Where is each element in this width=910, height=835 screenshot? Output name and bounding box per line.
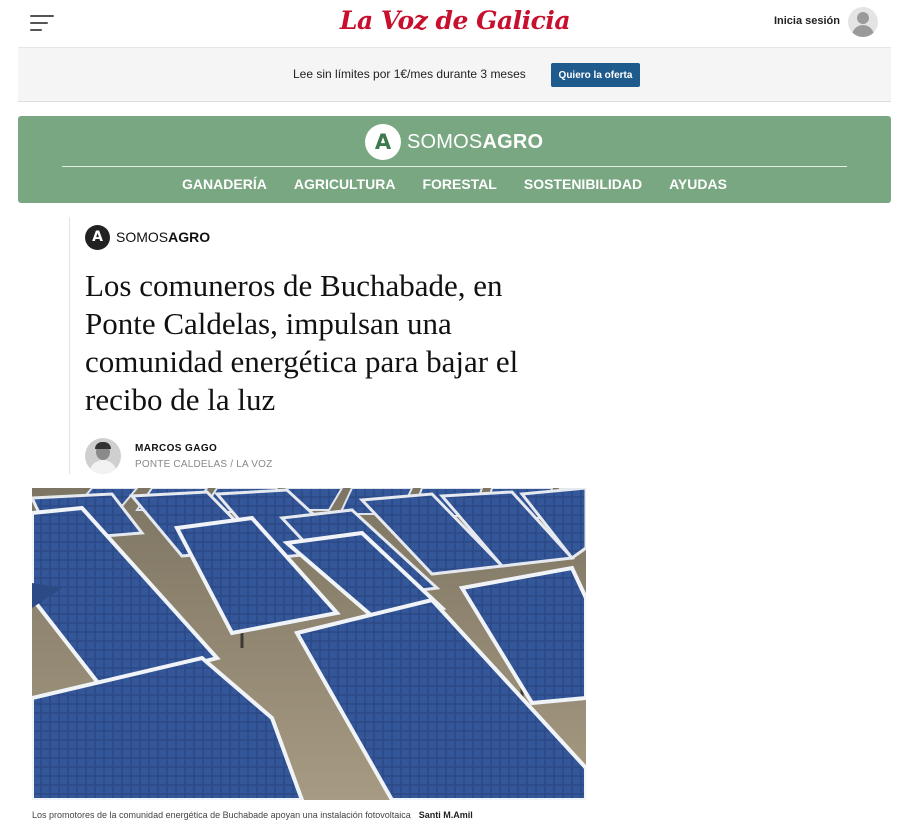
offer-button[interactable]: Quiero la oferta [551,63,640,87]
user-avatar-icon[interactable] [848,7,878,37]
section-banner: A SOMOSAGRO GANADERÍA AGRICULTURA FOREST… [18,116,891,203]
article-hero-image [32,488,586,800]
author-avatar[interactable] [85,438,121,474]
author-name[interactable]: MARCOS GAGO [135,443,272,454]
photo-credit: Santi M.Amil [418,810,473,820]
author-byline: MARCOS GAGO PONTE CALDELAS / LA VOZ [85,437,272,475]
nav-item-ayudas[interactable]: AYUDAS [669,176,727,192]
author-location: PONTE CALDELAS / LA VOZ [135,458,273,470]
somosagro-logo-text: SOMOSAGRO [407,130,544,153]
kicker-text: SOMOSAGRO [116,229,211,245]
nav-item-ganaderia[interactable]: GANADERÍA [182,176,267,192]
article-header: A SOMOSAGRO Los comuneros de Buchabade, … [69,217,589,474]
section-nav: GANADERÍA AGRICULTURA FORESTAL SOSTENIBI… [18,176,891,192]
banner-divider [62,166,847,167]
site-header: La Voz de Galicia Inicia sesión [0,0,910,46]
article-section-kicker[interactable]: A SOMOSAGRO [85,224,210,250]
somosagro-logo-icon: A [365,124,401,160]
site-logo-link[interactable]: La Voz de Galicia [340,6,571,35]
somosagro-kicker-icon: A [85,224,110,250]
subscription-promo-bar: Lee sin límites por 1€/mes durante 3 mes… [18,47,891,102]
login-link[interactable]: Inicia sesión [774,15,840,27]
image-caption: Los promotores de la comunidad energétic… [32,810,473,820]
promo-text: Lee sin límites por 1€/mes durante 3 mes… [293,67,526,81]
nav-item-sostenibilidad[interactable]: SOSTENIBILIDAD [524,176,642,192]
article-headline: Los comuneros de Buchabade, en Ponte Cal… [85,268,519,417]
solar-panels-photo [32,488,586,800]
caption-text: Los promotores de la comunidad energétic… [32,810,411,820]
nav-item-forestal[interactable]: FORESTAL [422,176,496,192]
somosagro-logo[interactable]: A SOMOSAGRO [365,124,543,160]
nav-item-agricultura[interactable]: AGRICULTURA [294,176,396,192]
